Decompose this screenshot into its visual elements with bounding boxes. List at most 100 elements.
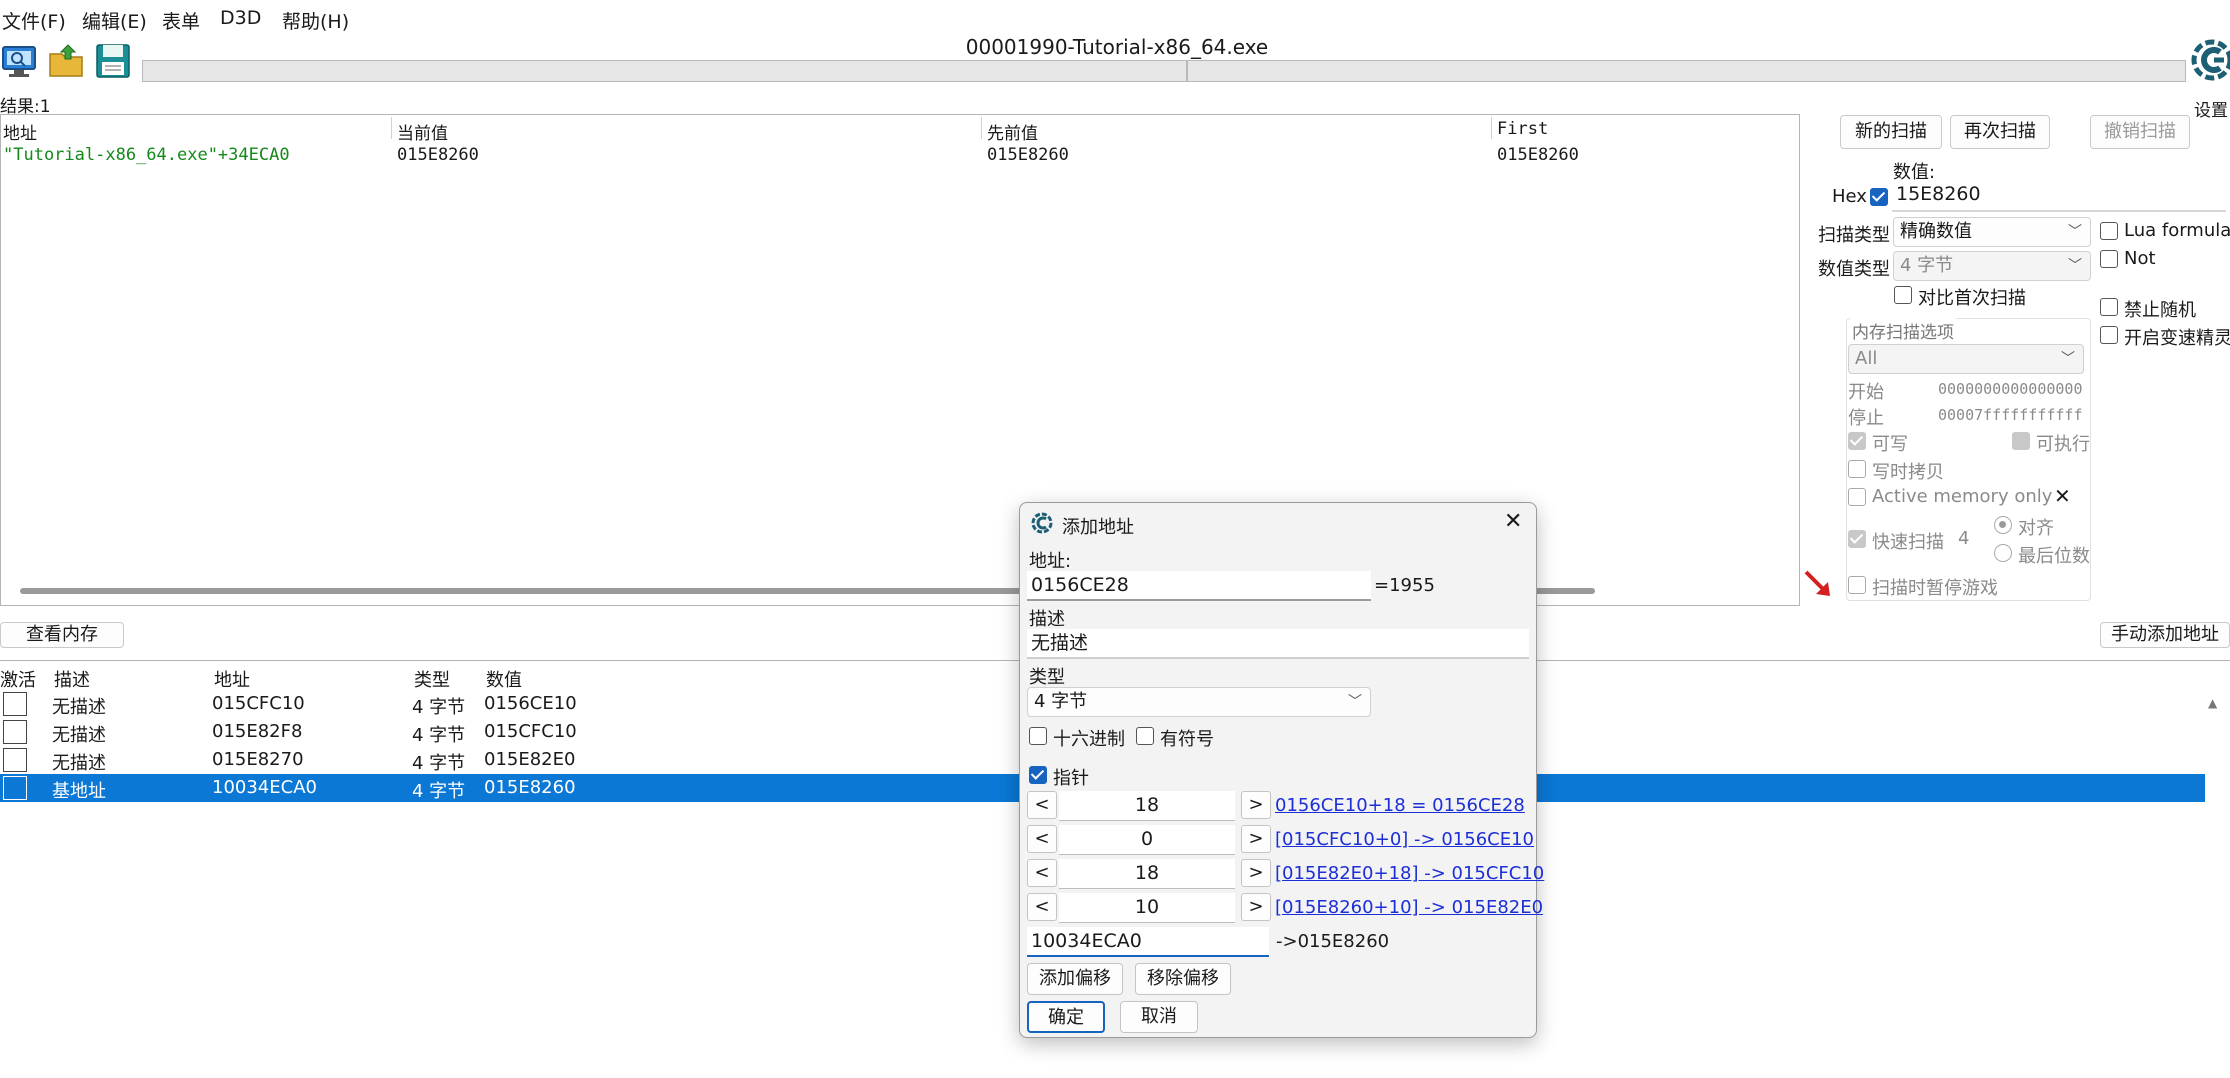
offset-decrement-button[interactable]: < — [1027, 825, 1057, 853]
active-checkbox[interactable] — [3, 776, 27, 800]
offset-input[interactable]: 18 — [1059, 791, 1235, 821]
offset-link[interactable]: 0156CE10+18 = 0156CE28 — [1275, 795, 1525, 816]
col-address[interactable]: 地址 — [3, 119, 37, 144]
value-type-select[interactable]: 4 字节 ﹀ — [1893, 251, 2091, 281]
close-icon[interactable]: ✕ — [1504, 509, 1522, 534]
col-active[interactable]: 激活 — [0, 666, 36, 692]
active-checkbox[interactable] — [3, 720, 27, 744]
cheat-engine-icon — [1031, 512, 1053, 534]
copy-on-write-checkbox[interactable] — [1848, 460, 1866, 478]
hex-checkbox[interactable] — [1870, 188, 1888, 206]
hex-checkbox[interactable] — [1029, 727, 1047, 745]
memory-region-value: All — [1855, 348, 1878, 369]
col-previous[interactable]: 先前值 — [987, 119, 1038, 144]
col-current[interactable]: 当前值 — [397, 119, 448, 144]
fast-scan-checkbox[interactable] — [1848, 530, 1866, 548]
row-address: 10034ECA0 — [212, 777, 317, 798]
scan-value-input[interactable]: 15E8260 — [1892, 180, 2226, 212]
settings-label[interactable]: 设置 — [2194, 96, 2228, 121]
add-to-list-arrow-icon[interactable] — [1800, 566, 1836, 602]
col-address[interactable]: 地址 — [214, 666, 250, 692]
add-address-manually-button[interactable]: 手动添加地址 — [2100, 622, 2230, 648]
active-checkbox[interactable] — [3, 692, 27, 716]
type-select[interactable]: 4 字节 ﹀ — [1027, 687, 1371, 717]
base-address-input[interactable]: 10034ECA0 — [1027, 927, 1269, 957]
pointer-checkbox[interactable] — [1029, 766, 1047, 784]
view-memory-button[interactable]: 查看内存 — [0, 622, 124, 648]
stop-address-input[interactable]: 00007fffffffffff — [1938, 406, 2083, 424]
result-address[interactable]: "Tutorial-x86_64.exe"+34ECA0 — [3, 145, 290, 165]
signed-checkbox[interactable] — [1136, 727, 1154, 745]
pointer-label: 指针 — [1053, 768, 1089, 789]
remove-offset-button[interactable]: 移除偏移 — [1135, 963, 1231, 995]
offset-decrement-button[interactable]: < — [1027, 791, 1057, 819]
row-address: 015E8270 — [212, 749, 304, 770]
speedhack-checkbox[interactable] — [2100, 326, 2118, 344]
address-input[interactable]: 0156CE28 — [1027, 571, 1371, 601]
writable-checkbox[interactable] — [1848, 432, 1866, 450]
offset-increment-button[interactable]: > — [1241, 893, 1271, 921]
close-icon[interactable]: ✕ — [2054, 484, 2071, 508]
col-first[interactable]: First — [1497, 119, 1548, 139]
executable-checkbox[interactable] — [2012, 432, 2030, 450]
executable-label: 可执行 — [2036, 434, 2090, 455]
active-checkbox[interactable] — [3, 748, 27, 772]
offset-increment-button[interactable]: > — [1241, 859, 1271, 887]
active-memory-label: Active memory only — [1872, 486, 2053, 507]
menu-edit[interactable]: 编辑(E) — [82, 7, 147, 34]
memory-region-select[interactable]: All ﹀ — [1848, 344, 2084, 374]
align-radio[interactable] — [1994, 516, 2012, 534]
offset-link[interactable]: [015E82E0+18] -> 015CFC10 — [1275, 863, 1544, 884]
compare-first-checkbox[interactable] — [1894, 286, 1912, 304]
offset-input[interactable]: 10 — [1059, 893, 1235, 923]
offset-link[interactable]: [015CFC10+0] -> 0156CE10 — [1275, 829, 1534, 850]
col-description[interactable]: 描述 — [54, 666, 90, 692]
col-type[interactable]: 类型 — [414, 666, 450, 692]
menu-help[interactable]: 帮助(H) — [282, 7, 349, 34]
cheat-engine-logo-icon[interactable] — [2188, 36, 2230, 92]
save-icon[interactable] — [94, 42, 132, 80]
offset-decrement-button[interactable]: < — [1027, 893, 1057, 921]
speedhack-label: 开启变速精灵 — [2124, 328, 2230, 349]
next-scan-button[interactable]: 再次扫描 — [1950, 115, 2050, 149]
offset-increment-button[interactable]: > — [1241, 825, 1271, 853]
scan-type-select[interactable]: 精确数值 ﹀ — [1893, 217, 2091, 247]
memory-options-title: 内存扫描选项 — [1850, 318, 1956, 343]
result-previous[interactable]: 015E8260 — [987, 145, 1069, 165]
no-random-checkbox[interactable] — [2100, 298, 2118, 316]
undo-scan-button[interactable]: 撤销扫描 — [2090, 115, 2190, 149]
not-checkbox[interactable] — [2100, 250, 2118, 268]
lua-formula-checkbox[interactable] — [2100, 222, 2118, 240]
address-result: =1955 — [1374, 575, 1435, 596]
last-digits-label: 最后位数 — [2018, 546, 2090, 567]
active-memory-checkbox[interactable] — [1848, 488, 1866, 506]
offset-decrement-button[interactable]: < — [1027, 859, 1057, 887]
new-scan-button[interactable]: 新的扫描 — [1840, 115, 1942, 149]
menu-file[interactable]: 文件(F) — [2, 7, 66, 34]
menu-table[interactable]: 表单 — [162, 7, 200, 34]
description-input[interactable]: 无描述 — [1027, 629, 1529, 659]
col-value[interactable]: 数值 — [486, 666, 522, 692]
hex-label: 十六进制 — [1053, 729, 1125, 750]
start-address-input[interactable]: 0000000000000000 — [1938, 380, 2083, 398]
offset-link[interactable]: [015E8260+10] -> 015E82E0 — [1275, 897, 1543, 918]
add-offset-button[interactable]: 添加偏移 — [1027, 963, 1123, 995]
result-first[interactable]: 015E8260 — [1497, 145, 1579, 165]
cancel-button[interactable]: 取消 — [1120, 1001, 1198, 1033]
last-digits-radio[interactable] — [1994, 544, 2012, 562]
menu-d3d[interactable]: D3D — [220, 7, 261, 29]
scroll-up-icon[interactable]: ▲ — [2208, 696, 2217, 710]
scan-type-label: 扫描类型 — [1818, 225, 1890, 246]
select-process-icon[interactable] — [0, 42, 38, 80]
result-current[interactable]: 015E8260 — [397, 145, 479, 165]
offset-increment-button[interactable]: > — [1241, 791, 1271, 819]
offset-input[interactable]: 0 — [1059, 825, 1235, 855]
copy-on-write-label: 写时拷贝 — [1872, 462, 1944, 483]
open-folder-icon[interactable] — [48, 42, 86, 80]
fast-scan-value[interactable]: 4 — [1958, 528, 1969, 549]
type-label: 类型 — [1029, 667, 1065, 688]
offset-input[interactable]: 18 — [1059, 859, 1235, 889]
row-type: 4 字节 — [412, 725, 466, 746]
pause-game-checkbox[interactable] — [1848, 576, 1866, 594]
ok-button[interactable]: 确定 — [1027, 1001, 1105, 1033]
